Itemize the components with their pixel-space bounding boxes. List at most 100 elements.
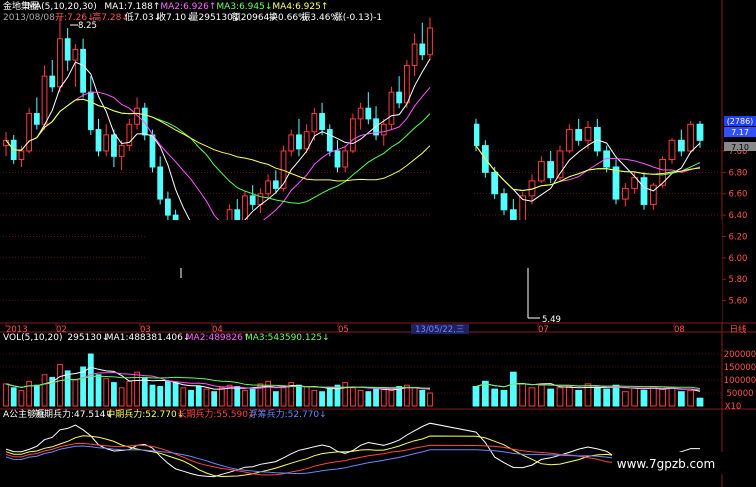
indicator-header-field: 浮筹兵力:52.770↓: [249, 408, 327, 420]
candle-body: [491, 171, 499, 195]
volume-tick-label: 200000: [724, 350, 756, 360]
indicator-line: [5, 422, 700, 478]
candle-body: [288, 134, 295, 152]
ma-line-ma4: [475, 145, 701, 192]
candle-body: [242, 195, 248, 221]
volume-bar: [188, 389, 194, 407]
volume-bar: [326, 388, 333, 407]
volume-header-field: 295130↓: [67, 333, 109, 343]
volume-bar: [319, 391, 325, 407]
volume-bar: [519, 383, 527, 407]
volume-bar: [640, 389, 648, 407]
header-field: 低7.03↓: [125, 11, 162, 23]
candle-body: [649, 184, 657, 205]
x-tick-label: 08: [674, 325, 685, 335]
candle-body: [249, 195, 256, 205]
volume-bar: [296, 384, 302, 407]
candle-body: [64, 38, 71, 61]
x-tick-label: 04: [212, 325, 223, 335]
volume-bar: [528, 387, 536, 407]
candle-body: [668, 139, 676, 161]
x-tick-label: 02: [56, 325, 67, 335]
candle-body: [26, 113, 33, 152]
header-field: 收7.10↓: [157, 11, 194, 23]
candle-body: [257, 193, 264, 205]
candle-body: [95, 129, 102, 152]
candle-body: [612, 166, 620, 200]
volume-bar: [165, 380, 171, 407]
volume-bar: [565, 386, 573, 407]
indicator-header-field: 短期兵力:47.514↓: [35, 408, 113, 420]
ma-line-ma1: [5, 58, 431, 241]
volume-bar: [3, 383, 9, 407]
candle-body: [500, 193, 508, 211]
volume-tick-label: 150000: [724, 363, 756, 373]
volume-header-field: MA3:543590.125↓: [245, 333, 330, 343]
volume-bar: [537, 384, 545, 407]
volume-bar: [280, 387, 287, 407]
volume-bar: [118, 387, 125, 407]
volume-bar: [203, 388, 210, 407]
volume-bar: [427, 392, 433, 407]
candle-body: [411, 43, 418, 66]
volume-bar: [631, 387, 639, 407]
volume-bar: [18, 389, 25, 407]
volume-bar: [621, 391, 629, 407]
price-tick-label: 6.20: [729, 232, 748, 242]
candle-body: [334, 150, 341, 168]
candle-body: [265, 180, 271, 195]
candle-body: [41, 75, 48, 125]
candle-body: [547, 161, 555, 179]
candle-body: [311, 113, 318, 133]
volume-bar: [141, 376, 148, 407]
volume-bar: [500, 389, 508, 407]
volume-bar: [350, 387, 356, 407]
candle-body: [149, 134, 156, 168]
volume-bar: [87, 353, 94, 407]
current-price-value: 7.17: [731, 128, 749, 137]
volume-bar: [211, 391, 218, 407]
volume-tick-label: 50000: [726, 389, 753, 399]
x-tick-label: 03: [140, 325, 151, 335]
volume-bar: [380, 387, 387, 407]
volume-bar: [649, 386, 657, 407]
volume-bar: [373, 388, 379, 407]
volume-bar: [10, 387, 17, 407]
volume-bar: [218, 387, 225, 407]
volume-bar: [157, 386, 164, 407]
candle-body: [49, 75, 56, 88]
candle-body: [575, 129, 583, 141]
candle-body: [72, 48, 79, 61]
volume-bar: [677, 391, 685, 407]
stock-chart-canvas: 5.605.806.006.206.406.606.807.0050000100…: [0, 0, 756, 487]
volume-bar: [603, 388, 611, 407]
volume-bar: [111, 382, 117, 407]
header-field: MA3:6.945↓: [216, 2, 272, 12]
candle-body: [403, 64, 410, 104]
indicator-header-field: 中期兵力:52.770↓: [106, 408, 184, 420]
volume-bar: [126, 380, 133, 407]
candle-body: [33, 113, 40, 125]
volume-bar: [575, 389, 583, 407]
candle-body: [157, 166, 164, 200]
volume-bar: [234, 386, 241, 407]
volume-bar: [303, 386, 310, 407]
volume-bar: [103, 378, 110, 407]
last-price-value: 7.10: [731, 143, 749, 152]
watermark-text: www.7gpzb.com: [617, 457, 715, 471]
candle-body: [419, 43, 426, 56]
volume-bar: [172, 382, 179, 407]
candle-body: [537, 161, 545, 182]
ma-line-ma3: [475, 145, 701, 192]
candle-body: [687, 123, 695, 152]
candle-body: [380, 123, 387, 136]
volume-bar: [249, 388, 256, 407]
price-tick-label: 6.40: [729, 211, 748, 221]
volume-bar: [547, 388, 555, 407]
candle-body: [593, 126, 601, 152]
candle-body: [365, 107, 372, 120]
volume-bar: [80, 366, 86, 407]
x-tick-label: 05: [338, 325, 349, 335]
volume-bar: [687, 389, 695, 407]
price-tick-label: 6.80: [729, 168, 748, 178]
